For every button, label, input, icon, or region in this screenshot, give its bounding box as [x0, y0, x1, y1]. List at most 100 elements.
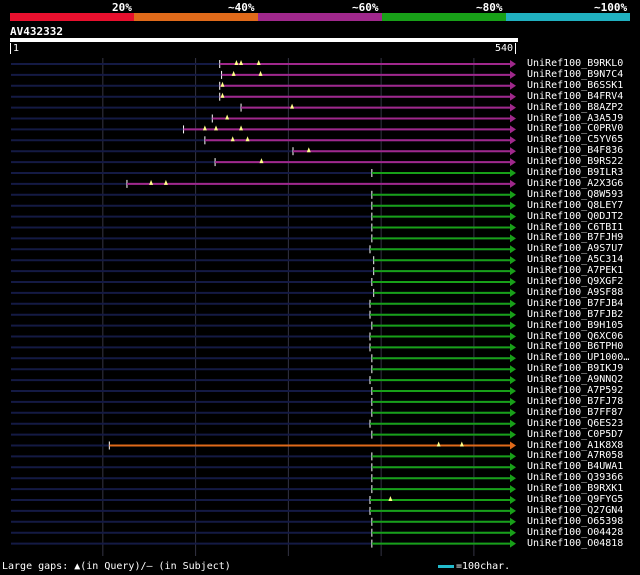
hit-arrow-icon	[510, 539, 516, 548]
hit-label-link[interactable]: UniRef100_Q27GN4	[527, 505, 623, 516]
hit-label-link[interactable]: UniRef100_Q6XC06	[527, 331, 623, 342]
hit-label-link[interactable]: UniRef100_B9H105	[527, 320, 623, 331]
hit-label-link[interactable]: UniRef100_A2X3G6	[527, 178, 623, 189]
hit-arrow-icon	[510, 245, 516, 254]
hit-label-link[interactable]: UniRef100_Q0DJT2	[527, 211, 623, 222]
hit-label-link[interactable]: UniRef100_B9IKJ9	[527, 363, 623, 374]
hit-label-link[interactable]: UniRef100_B4F836	[527, 145, 623, 156]
hit-arrow-icon	[510, 223, 516, 232]
hit-arrow-icon	[510, 114, 516, 123]
hit-label-link[interactable]: UniRef100_O04428	[527, 527, 623, 538]
hit-arrow-icon	[510, 103, 516, 112]
hit-label-link[interactable]: UniRef100_UP1000…	[527, 352, 629, 363]
query-gap-marker-icon	[459, 441, 464, 447]
hit-arrow-icon	[510, 212, 516, 221]
hit-arrow-icon	[510, 506, 516, 515]
hit-label-link[interactable]: UniRef100_O65398	[527, 516, 623, 527]
query-gap-marker-icon	[290, 103, 295, 109]
hit-label-link[interactable]: UniRef100_Q9XGF2	[527, 276, 623, 287]
hit-arrow-icon	[510, 125, 516, 134]
hit-label-link[interactable]: UniRef100_Q8LEY7	[527, 200, 623, 211]
hit-arrow-icon	[510, 169, 516, 177]
hit-label-link[interactable]: UniRef100_A9S7U7	[527, 243, 623, 254]
hit-label-link[interactable]: UniRef100_B6TPH0	[527, 341, 623, 352]
hit-arrow-icon	[510, 387, 516, 395]
hit-label-link[interactable]: UniRef100_B7FJB2	[527, 309, 623, 320]
hit-arrow-icon	[510, 397, 516, 406]
hit-arrow-icon	[510, 158, 516, 167]
hit-arrow-icon	[510, 299, 516, 308]
query-gap-marker-icon	[225, 114, 230, 120]
hit-arrow-icon	[510, 430, 516, 439]
hit-label-link[interactable]: UniRef100_B7FJH9	[527, 232, 623, 243]
hit-label-link[interactable]: UniRef100_B9RS22	[527, 156, 623, 167]
hit-label-link[interactable]: UniRef100_B7FF87	[527, 407, 623, 418]
query-gap-marker-icon	[259, 158, 264, 164]
query-gap-marker-icon	[234, 60, 239, 65]
hit-arrow-icon	[510, 92, 516, 101]
hit-label-link[interactable]: UniRef100_B4FRV4	[527, 91, 623, 102]
hit-arrow-icon	[510, 256, 516, 265]
hit-label-link[interactable]: UniRef100_C0P5D7	[527, 429, 623, 440]
hit-label-link[interactable]: UniRef100_A5C314	[527, 254, 623, 265]
scale-key-text: =100char.	[456, 561, 511, 572]
hit-label-link[interactable]: UniRef100_O04818	[527, 538, 623, 549]
hit-label-link[interactable]: UniRef100_Q9FYG5	[527, 494, 623, 505]
hit-arrow-icon	[510, 81, 516, 90]
hit-arrow-icon	[510, 343, 516, 352]
hit-label-link[interactable]: UniRef100_A9SF88	[527, 287, 623, 298]
hit-arrow-icon	[510, 354, 516, 363]
hit-label-link[interactable]: UniRef100_Q6ES23	[527, 418, 623, 429]
gaps-legend: Large gaps: ▲(in Query)/— (in Subject)	[2, 561, 231, 572]
hit-label-link[interactable]: UniRef100_A7R058	[527, 450, 623, 461]
hit-arrow-icon	[510, 463, 516, 472]
hit-arrow-icon	[510, 201, 516, 210]
hit-label-link[interactable]: UniRef100_C6TBI1	[527, 222, 623, 233]
scale-key: =100char.	[438, 561, 510, 572]
hit-label-link[interactable]: UniRef100_B8AZP2	[527, 102, 623, 113]
hit-label-link[interactable]: UniRef100_Q39366	[527, 472, 623, 483]
hit-arrow-icon	[510, 70, 516, 79]
hit-arrow-icon	[510, 365, 516, 374]
hit-label-link[interactable]: UniRef100_A3A5J9	[527, 113, 623, 124]
hit-label-link[interactable]: UniRef100_C5YV65	[527, 134, 623, 145]
hit-arrow-icon	[510, 408, 516, 417]
query-gap-marker-icon	[245, 136, 250, 142]
hit-arrow-icon	[510, 332, 516, 341]
hit-label-link[interactable]: UniRef100_B4UWA1	[527, 461, 623, 472]
hit-label-link[interactable]: UniRef100_A7P592	[527, 385, 623, 396]
scale-swatch	[438, 564, 454, 568]
hit-arrow-icon	[510, 496, 516, 504]
hit-label-link[interactable]: UniRef100_A7PEK1	[527, 265, 623, 276]
query-gap-marker-icon	[230, 136, 235, 142]
hit-label-link[interactable]: UniRef100_B9ILR3	[527, 167, 623, 178]
hit-arrow-icon	[510, 452, 516, 461]
hit-label-link[interactable]: UniRef100_B6SSK1	[527, 80, 623, 91]
hit-arrow-icon	[510, 278, 516, 286]
query-gap-marker-icon	[239, 125, 244, 131]
hit-label-link[interactable]: UniRef100_B7FJB4	[527, 298, 623, 309]
query-gap-marker-icon	[202, 125, 207, 131]
query-gap-marker-icon	[239, 60, 244, 65]
query-gap-marker-icon	[220, 81, 225, 87]
hit-arrow-icon	[510, 419, 516, 428]
hit-label-link[interactable]: UniRef100_B9RXK1	[527, 483, 623, 494]
hit-arrow-icon	[510, 376, 516, 385]
hit-arrow-icon	[510, 190, 516, 199]
hit-arrow-icon	[510, 179, 516, 188]
query-gap-marker-icon	[149, 179, 154, 185]
hit-arrow-icon	[510, 310, 516, 319]
query-gap-marker-icon	[388, 496, 393, 501]
hit-arrow-icon	[510, 147, 516, 156]
hit-label-link[interactable]: UniRef100_A1K8X8	[527, 440, 623, 451]
hit-label-link[interactable]: UniRef100_B7FJ78	[527, 396, 623, 407]
hit-arrow-icon	[510, 267, 516, 276]
hit-label-link[interactable]: UniRef100_A9NNQ2	[527, 374, 623, 385]
hit-arrow-icon	[510, 517, 516, 526]
hit-label-link[interactable]: UniRef100_Q8W593	[527, 189, 623, 200]
hit-label-link[interactable]: UniRef100_B9N7C4	[527, 69, 623, 80]
hit-arrow-icon	[510, 441, 516, 450]
hit-label-link[interactable]: UniRef100_B9RKL0	[527, 58, 623, 69]
hit-label-link[interactable]: UniRef100_C0PRV0	[527, 123, 623, 134]
hit-arrow-icon	[510, 60, 516, 68]
